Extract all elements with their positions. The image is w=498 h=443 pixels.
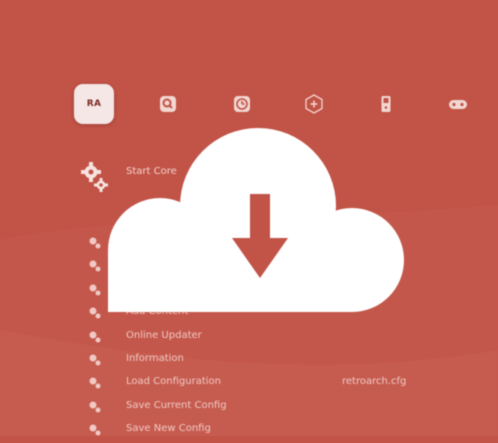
menu-item-label: Information: [126, 352, 184, 364]
setting-gear-icon: [89, 260, 101, 272]
setting-gear-icon: [89, 284, 101, 296]
tab-history[interactable]: [228, 90, 256, 118]
tab-main-menu[interactable]: RA: [74, 84, 114, 124]
menu-item-information[interactable]: Information: [86, 349, 486, 372]
setting-gear-icon: [89, 331, 101, 343]
menu-item-label: Online Updater: [126, 329, 202, 341]
menu-item-value: retroarch.cfg: [342, 376, 407, 388]
setting-gear-icon: [89, 424, 101, 436]
tab-device[interactable]: [372, 90, 400, 118]
setting-gear-icon: [89, 401, 101, 413]
setting-gear-icon: [89, 377, 101, 389]
menu-item-label: Save New Config: [126, 423, 211, 435]
menu-item-load-configuration[interactable]: Load Configuration retroarch.cfg: [86, 372, 486, 395]
setting-gear-icon: [89, 354, 101, 366]
cloud-download-icon: [108, 128, 404, 312]
menu-item-online-updater[interactable]: Online Updater: [86, 326, 486, 349]
add-icon: [305, 94, 323, 114]
setting-gear-icon: [89, 237, 101, 249]
menu-item-label: Load Configuration: [126, 376, 221, 388]
menu-item-label: Save Current Config: [126, 399, 227, 411]
menu-item-save-current-config[interactable]: Save Current Config: [86, 396, 486, 419]
tab-add-content[interactable]: [300, 90, 328, 118]
tab-bar: RA: [0, 80, 498, 130]
retroarch-logo: RA: [86, 99, 102, 109]
setting-gear-icon: [89, 307, 101, 319]
settings-icon: [160, 96, 176, 112]
device-icon: [381, 96, 391, 112]
gamepad-icon: [449, 100, 467, 109]
settings-gears-icon: [81, 162, 108, 192]
menu-item-save-new-config[interactable]: Save New Config: [86, 419, 486, 442]
tab-settings[interactable]: [154, 90, 182, 118]
tab-gamepad[interactable]: [444, 90, 472, 118]
history-icon: [234, 96, 250, 112]
